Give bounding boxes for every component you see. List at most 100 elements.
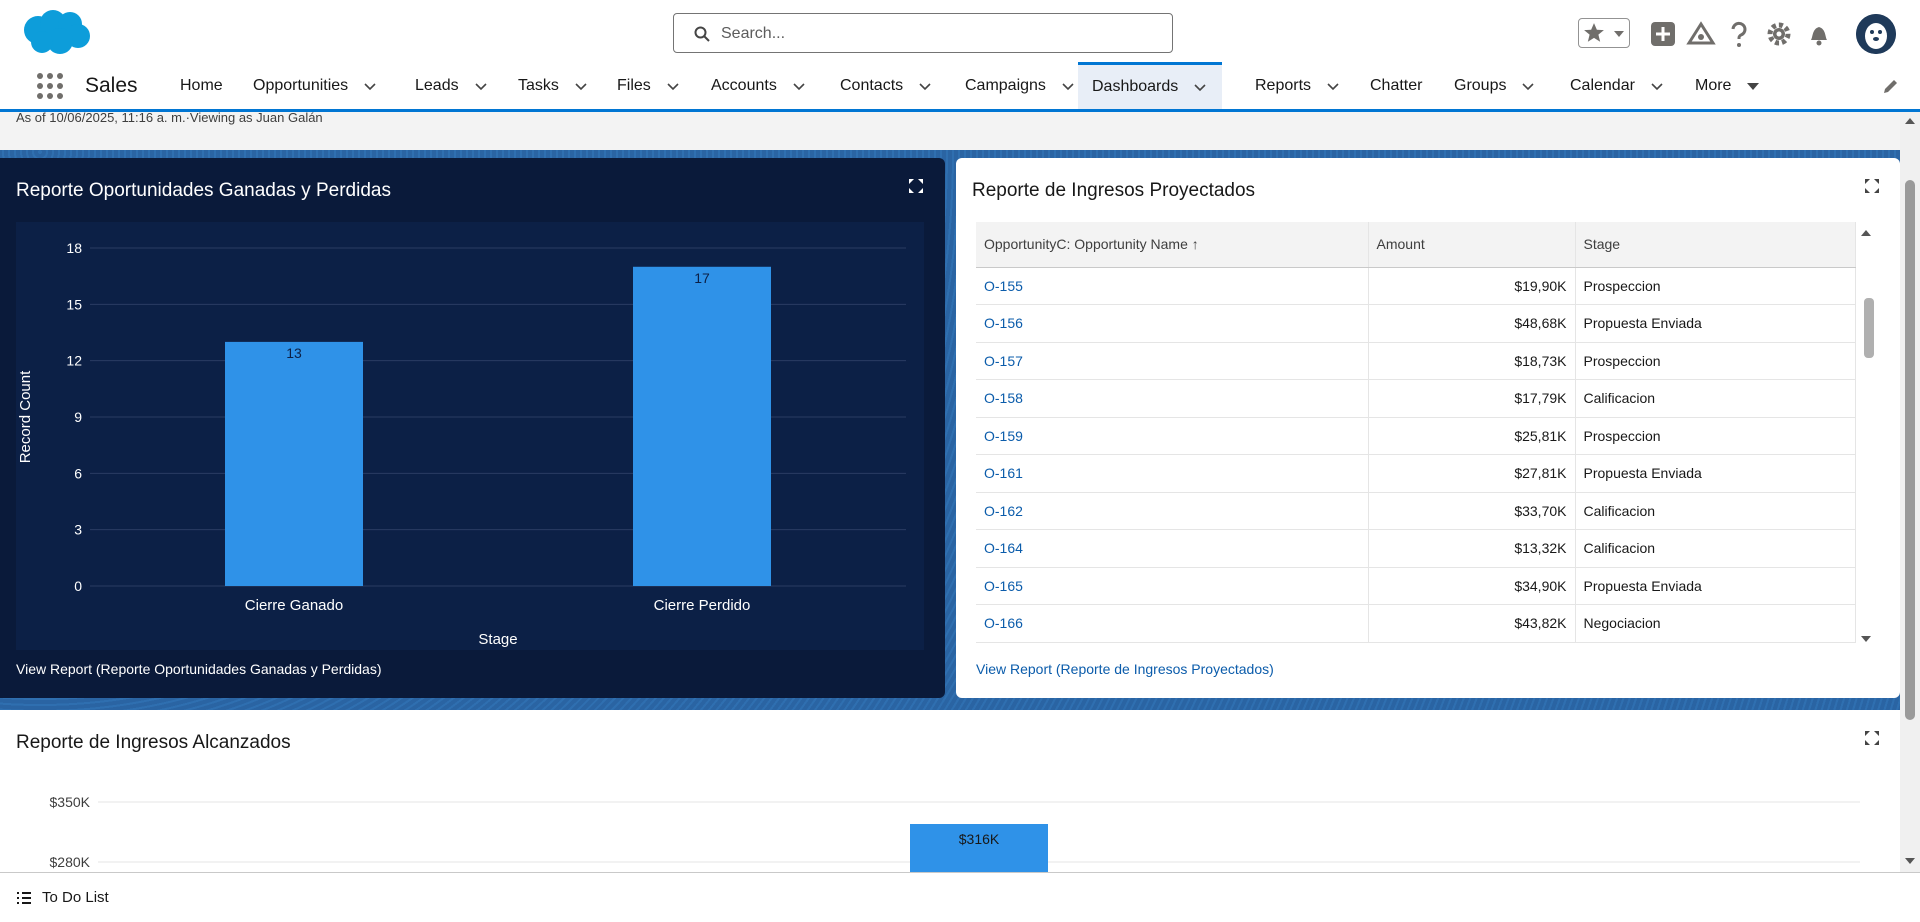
nav-item-label: More — [1695, 76, 1732, 94]
nav-item-contacts[interactable]: Contacts — [840, 62, 933, 109]
amount-cell: $33,70K — [1368, 492, 1576, 530]
nav-item-opportunities[interactable]: Opportunities — [253, 62, 378, 109]
scroll-up-arrow-icon[interactable] — [1904, 116, 1916, 126]
chevron-down-icon[interactable] — [1192, 79, 1208, 95]
bar-chart: 0 3 6 9 12 15 18 13 Cierre Ganado 17 Cierre Perdid… — [17, 240, 906, 648]
y-tick-label: 0 — [74, 578, 82, 594]
page-scrollbar-thumb[interactable] — [1905, 180, 1915, 720]
chevron-down-icon[interactable] — [1745, 78, 1761, 94]
bar[interactable] — [225, 341, 363, 586]
nav-item-reports[interactable]: Reports — [1255, 62, 1341, 109]
opportunity-name-link[interactable]: O-155 — [976, 267, 1369, 305]
nav-item-label: Groups — [1454, 76, 1507, 94]
table-scrollbar[interactable] — [1856, 222, 1876, 650]
global-search[interactable]: Search... — [673, 13, 1173, 53]
stage-cell: Propuesta Enviada — [1575, 567, 1856, 605]
favorites-star-icon — [1584, 23, 1604, 42]
expand-icon[interactable] — [1864, 730, 1880, 746]
column-header-amount[interactable]: Amount — [1368, 222, 1576, 268]
salesforce-logo[interactable] — [18, 8, 94, 58]
table-row: O-164 $13,32K Calificacion — [976, 529, 1856, 568]
chevron-down-icon[interactable] — [1325, 78, 1341, 94]
opportunity-name-link[interactable]: O-161 — [976, 454, 1369, 493]
chart-panel-ingresos-alcanzados: Reporte de Ingresos Alcanzados $350K $28… — [0, 710, 1900, 872]
opportunity-name-link[interactable]: O-162 — [976, 492, 1369, 530]
chevron-down-icon[interactable] — [917, 78, 933, 94]
chevron-down-icon[interactable] — [791, 78, 807, 94]
nav-item-calendar[interactable]: Calendar — [1570, 62, 1665, 109]
dashboard-body: As of 10/06/2025, 11:16 a. m.·Viewing as… — [0, 112, 1900, 872]
todo-list-button[interactable]: To Do List — [16, 889, 109, 906]
notifications-bell-icon[interactable] — [1804, 19, 1834, 49]
add-icon[interactable] — [1648, 19, 1678, 49]
opportunity-name-link[interactable]: O-158 — [976, 379, 1369, 418]
nav-item-label: Reports — [1255, 76, 1312, 94]
stage-cell: Calificacion — [1575, 379, 1856, 418]
amount-cell: $17,79K — [1368, 379, 1576, 418]
report-table: OpportunityC: Opportunity Name ↑ Amount … — [976, 222, 1856, 643]
search-placeholder: Search... — [721, 25, 786, 42]
chart-panel-ganadas-perdidas: Reporte Oportunidades Ganadas y Perdidas… — [0, 158, 945, 698]
nav-item-files[interactable]: Files — [617, 62, 681, 109]
column-header-stage[interactable]: Stage — [1575, 222, 1856, 268]
opportunity-name-link[interactable]: O-165 — [976, 567, 1369, 605]
avatar[interactable] — [1856, 14, 1896, 54]
favorites-button[interactable] — [1578, 18, 1630, 48]
setup-gear-icon[interactable] — [1764, 19, 1794, 49]
chevron-down-icon[interactable] — [665, 78, 681, 94]
scroll-down-arrow-icon[interactable] — [1904, 856, 1916, 866]
chevron-down-icon[interactable] — [1649, 78, 1665, 94]
y-tick-label: 3 — [74, 522, 82, 538]
nav-item-label: Leads — [415, 76, 459, 94]
amount-cell: $34,90K — [1368, 567, 1576, 605]
nav-item-home[interactable]: Home — [180, 62, 223, 109]
nav-item-label: Contacts — [840, 76, 904, 94]
bar-data-label: $316K — [959, 831, 1000, 847]
app-launcher-icon[interactable] — [36, 72, 64, 100]
stage-cell: Propuesta Enviada — [1575, 304, 1856, 343]
nav-item-accounts[interactable]: Accounts — [711, 62, 807, 109]
help-icon[interactable] — [1724, 19, 1754, 49]
nav-item-leads[interactable]: Leads — [415, 62, 489, 109]
amount-cell: $19,90K — [1368, 267, 1576, 305]
table-row: O-166 $43,82K Negociacion — [976, 604, 1856, 643]
opportunity-name-link[interactable]: O-156 — [976, 304, 1369, 343]
bar-data-label: 13 — [286, 345, 302, 361]
stage-cell: Calificacion — [1575, 492, 1856, 530]
nav-item-more[interactable]: More — [1695, 62, 1761, 109]
trailhead-icon[interactable] — [1686, 19, 1716, 49]
opportunity-name-link[interactable]: O-164 — [976, 529, 1369, 568]
chevron-down-icon[interactable] — [362, 78, 378, 94]
opportunity-name-link[interactable]: O-166 — [976, 604, 1369, 643]
view-report-link[interactable]: View Report (Reporte de Ingresos Proyect… — [976, 661, 1274, 677]
nav-item-label: Accounts — [711, 76, 777, 94]
nav-item-dashboards[interactable]: Dashboards — [1078, 62, 1223, 109]
chevron-down-icon[interactable] — [1060, 78, 1076, 94]
expand-icon[interactable] — [908, 178, 924, 194]
nav-item-campaigns[interactable]: Campaigns — [965, 62, 1076, 109]
opportunity-name-link[interactable]: O-159 — [976, 417, 1369, 455]
nav-item-label: Home — [180, 76, 223, 94]
stage-cell: Negociacion — [1575, 604, 1856, 643]
table-scrollbar-thumb[interactable] — [1864, 298, 1874, 358]
user-avatar-icon — [1856, 14, 1896, 54]
y-tick-label: $350K — [50, 794, 91, 810]
scroll-down-arrow-icon[interactable] — [1860, 634, 1872, 644]
view-report-link[interactable]: View Report (Reporte Oportunidades Ganad… — [16, 661, 382, 677]
bar[interactable] — [633, 266, 771, 586]
stage-cell: Calificacion — [1575, 529, 1856, 568]
nav-item-groups[interactable]: Groups — [1454, 62, 1536, 109]
column-header-opportunity-name[interactable]: OpportunityC: Opportunity Name ↑ — [976, 222, 1369, 268]
opportunity-name-link[interactable]: O-157 — [976, 342, 1369, 380]
y-tick-label: $280K — [50, 854, 91, 870]
nav-item-tasks[interactable]: Tasks — [518, 62, 589, 109]
chevron-down-icon[interactable] — [473, 78, 489, 94]
chevron-down-icon[interactable] — [1520, 78, 1536, 94]
expand-icon[interactable] — [1864, 178, 1880, 194]
table-row: O-162 $33,70K Calificacion — [976, 492, 1856, 530]
nav-item-chatter[interactable]: Chatter — [1370, 62, 1422, 109]
scroll-up-arrow-icon[interactable] — [1860, 228, 1872, 238]
chevron-down-icon[interactable] — [573, 78, 589, 94]
nav-item-label: Files — [617, 76, 651, 94]
edit-nav-pencil-icon[interactable] — [1882, 77, 1900, 95]
